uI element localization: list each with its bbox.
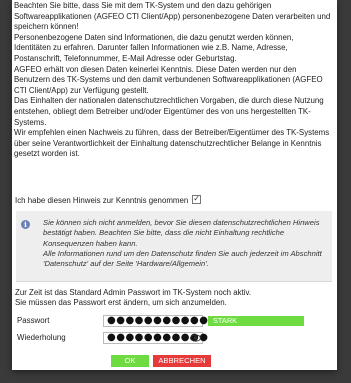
repeat-password-field[interactable]: ●●●●●●●●●●● <box>103 332 208 344</box>
privacy-paragraph: Das Einhalten der nationalen datenschutz… <box>14 96 324 127</box>
privacy-notice: Beachten Sie bitte, dass Sie mit dem TK-… <box>14 1 332 160</box>
info-line: Alle Informationen rund um den Datenschu… <box>43 248 322 269</box>
admin-password-note: Zur Zeit ist das Standard Admin Passwort… <box>15 288 333 308</box>
show-password-icon[interactable] <box>190 334 201 342</box>
password-field[interactable]: ●●●●●●●●●●● <box>103 315 208 327</box>
info-icon: i <box>21 220 30 229</box>
admin-note-line: Sie müssen das Passwort erst ändern, um … <box>15 298 227 308</box>
privacy-password-dialog: Beachten Sie bitte, dass Sie mit dem TK-… <box>12 0 337 370</box>
acknowledge-checkbox[interactable] <box>192 193 202 205</box>
privacy-paragraph: Wir empfehlen einen Nachweis zu führen, … <box>14 128 330 159</box>
acknowledge-row[interactable]: Ich habe diesen Hinweis zur Kenntnis gen… <box>15 193 330 207</box>
admin-note-line: Zur Zeit ist das Standard Admin Passwort… <box>15 288 252 297</box>
repeat-password-label: Wiederholung <box>17 333 66 342</box>
privacy-paragraph: Beachten Sie bitte, dass Sie mit dem TK-… <box>14 1 331 32</box>
password-label: Passwort <box>17 316 50 325</box>
info-text: Sie können sich nicht anmelden, bevor Si… <box>43 218 326 269</box>
password-strength-bar: STARK <box>208 316 304 326</box>
info-line: Sie können sich nicht anmelden, bevor Si… <box>43 218 320 248</box>
info-box: i Sie können sich nicht anmelden, bevor … <box>16 211 332 282</box>
privacy-paragraph: Personenbezogene Daten sind Informatione… <box>14 32 294 63</box>
privacy-paragraph: AGFEO erhält von diesen Daten keinerlei … <box>14 64 323 95</box>
acknowledge-label: Ich habe diesen Hinweis zur Kenntnis gen… <box>15 196 189 205</box>
ok-button[interactable]: OK <box>111 355 149 367</box>
cancel-button[interactable]: ABBRECHEN <box>153 355 211 367</box>
